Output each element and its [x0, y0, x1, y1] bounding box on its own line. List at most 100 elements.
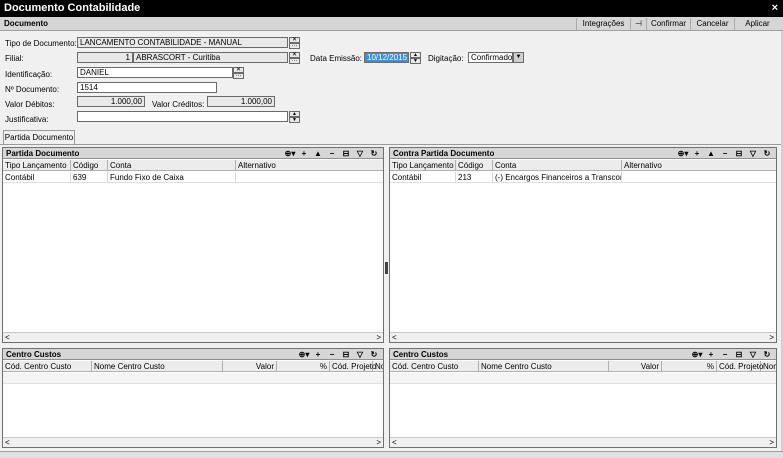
tipo-documento-field[interactable]: LANCAMENTO CONTABILIDADE - MANUAL: [77, 37, 288, 48]
more-icon[interactable]: …: [233, 72, 244, 79]
pin-icon[interactable]: ⊣: [630, 18, 646, 30]
custos-left-header: Centro Custos ⊕▾ + − ⊟ ▽ ↻: [3, 349, 383, 360]
tab-divider: [0, 144, 783, 145]
col-cod-projeto[interactable]: Cód. Projeto: [717, 361, 763, 371]
col-percent[interactable]: %: [277, 361, 330, 371]
col-valor[interactable]: Valor: [609, 361, 662, 371]
filter-icon[interactable]: ▽: [353, 148, 367, 159]
col-codigo[interactable]: Código: [71, 160, 108, 170]
cell-codigo: 639: [71, 172, 108, 182]
config-icon[interactable]: ⊕▾: [283, 148, 297, 159]
col-alternativo[interactable]: Alternativo: [622, 160, 776, 170]
confirmar-button[interactable]: Confirmar: [646, 18, 690, 30]
justificativa-field[interactable]: [77, 111, 288, 122]
col-cod-projeto[interactable]: Cód. Projeto: [330, 361, 376, 371]
col-conta[interactable]: Conta: [493, 160, 622, 170]
valor-debitos-label: Valor Débitos:: [5, 100, 55, 109]
remove-icon[interactable]: −: [718, 349, 732, 360]
refresh-icon[interactable]: ↻: [760, 148, 774, 159]
table-row[interactable]: Contábil 213 (-) Encargos Financeiros a …: [390, 172, 776, 183]
export-icon[interactable]: ⊟: [339, 349, 353, 360]
aplicar-button[interactable]: Aplicar: [734, 18, 780, 30]
col-percent[interactable]: %: [662, 361, 717, 371]
move-up-icon[interactable]: ▲: [311, 148, 325, 159]
refresh-icon[interactable]: ↻: [367, 349, 381, 360]
col-tipo-lancamento[interactable]: Tipo Lançamento: [3, 160, 71, 170]
scroll-right-icon[interactable]: >: [769, 438, 774, 447]
custos-right-title: Centro Custos: [393, 350, 449, 359]
col-nome-projeto[interactable]: No: [373, 361, 383, 371]
partida-header: Partida Documento ⊕▾ + ▲ − ⊟ ▽ ↻: [3, 148, 383, 159]
filter-icon[interactable]: ▽: [353, 349, 367, 360]
col-codigo[interactable]: Código: [456, 160, 493, 170]
scroll-right-icon[interactable]: >: [769, 333, 774, 342]
col-nome-centro-custo[interactable]: Nome Centro Custo: [92, 361, 223, 371]
scroll-right-icon[interactable]: >: [376, 438, 381, 447]
remove-icon[interactable]: −: [325, 349, 339, 360]
cell-tipo: Contábil: [3, 172, 71, 182]
export-icon[interactable]: ⊟: [339, 148, 353, 159]
horizontal-scrollbar[interactable]: < >: [390, 437, 776, 447]
col-cod-centro-custo[interactable]: Cód. Centro Custo: [3, 361, 92, 371]
splitter-handle[interactable]: [385, 262, 388, 274]
cell-conta: Fundo Fixo de Caixa: [108, 172, 236, 182]
add-icon[interactable]: +: [311, 349, 325, 360]
custos-right-columns: Cód. Centro Custo Nome Centro Custo Valo…: [390, 361, 776, 372]
config-icon[interactable]: ⊕▾: [297, 349, 311, 360]
cancelar-button[interactable]: Cancelar: [690, 18, 734, 30]
export-icon[interactable]: ⊟: [732, 349, 746, 360]
tab-partida-documento[interactable]: Partida Documento: [3, 130, 75, 144]
contra-panel: Contra Partida Documento ⊕▾ + ▲ − ⊟ ▽ ↻ Tipo L…: [389, 147, 777, 343]
scroll-left-icon[interactable]: <: [5, 333, 10, 342]
identificacao-field[interactable]: DANIEL: [77, 67, 233, 78]
scroll-left-icon[interactable]: <: [392, 333, 397, 342]
col-tipo-lancamento[interactable]: Tipo Lançamento: [390, 160, 456, 170]
remove-icon[interactable]: −: [325, 148, 339, 159]
chevron-down-icon[interactable]: ▼: [513, 52, 524, 63]
date-down-icon[interactable]: ▼: [410, 58, 421, 64]
scroll-down-icon[interactable]: ▼: [289, 117, 300, 123]
refresh-icon[interactable]: ↻: [367, 148, 381, 159]
col-cod-centro-custo[interactable]: Cód. Centro Custo: [390, 361, 479, 371]
close-icon[interactable]: ×: [772, 0, 778, 17]
identificacao-label: Identificação:: [5, 70, 53, 79]
col-alternativo[interactable]: Alternativo: [236, 160, 383, 170]
scroll-left-icon[interactable]: <: [5, 438, 10, 447]
add-icon[interactable]: +: [690, 148, 704, 159]
more-icon[interactable]: …: [289, 42, 300, 49]
col-conta[interactable]: Conta: [108, 160, 236, 170]
horizontal-scrollbar[interactable]: < >: [3, 332, 383, 342]
horizontal-scrollbar[interactable]: < >: [3, 437, 383, 447]
filter-icon[interactable]: ▽: [746, 148, 760, 159]
col-valor[interactable]: Valor: [223, 361, 277, 371]
filter-icon[interactable]: ▽: [746, 349, 760, 360]
tipo-documento-label: Tipo de Documento:: [5, 39, 77, 48]
filial-code-field[interactable]: 1: [77, 52, 133, 63]
contra-columns: Tipo Lançamento Código Conta Alternativo: [390, 160, 776, 171]
remove-icon[interactable]: −: [718, 148, 732, 159]
refresh-icon[interactable]: ↻: [760, 349, 774, 360]
scroll-left-icon[interactable]: <: [392, 438, 397, 447]
data-emissao-field[interactable]: 10/12/2015: [364, 52, 409, 63]
new-row[interactable]: [3, 373, 383, 384]
scroll-right-icon[interactable]: >: [376, 333, 381, 342]
table-row[interactable]: Contábil 639 Fundo Fixo de Caixa: [3, 172, 383, 183]
integracoes-button[interactable]: Integrações: [576, 18, 630, 30]
n-documento-field[interactable]: 1514: [77, 82, 217, 93]
custos-right-toolbar: ⊕▾ + − ⊟ ▽ ↻: [690, 349, 774, 360]
partida-panel: Partida Documento ⊕▾ + ▲ − ⊟ ▽ ↻ Tipo Lançamen…: [2, 147, 384, 343]
col-nome-centro-custo[interactable]: Nome Centro Custo: [479, 361, 609, 371]
centro-custos-right-panel: Centro Custos ⊕▾ + − ⊟ ▽ ↻ Cód. Centro Custo …: [389, 348, 777, 448]
config-icon[interactable]: ⊕▾: [690, 349, 704, 360]
config-icon[interactable]: ⊕▾: [676, 148, 690, 159]
new-row[interactable]: [390, 373, 776, 384]
col-nome-projeto[interactable]: Nom: [761, 361, 776, 371]
add-icon[interactable]: +: [704, 349, 718, 360]
export-icon[interactable]: ⊟: [732, 148, 746, 159]
more-icon[interactable]: …: [289, 57, 300, 64]
contra-toolbar: ⊕▾ + ▲ − ⊟ ▽ ↻: [676, 148, 774, 159]
digitacao-select[interactable]: Confirmado: [468, 52, 513, 63]
move-up-icon[interactable]: ▲: [704, 148, 718, 159]
horizontal-scrollbar[interactable]: < >: [390, 332, 776, 342]
add-icon[interactable]: +: [297, 148, 311, 159]
